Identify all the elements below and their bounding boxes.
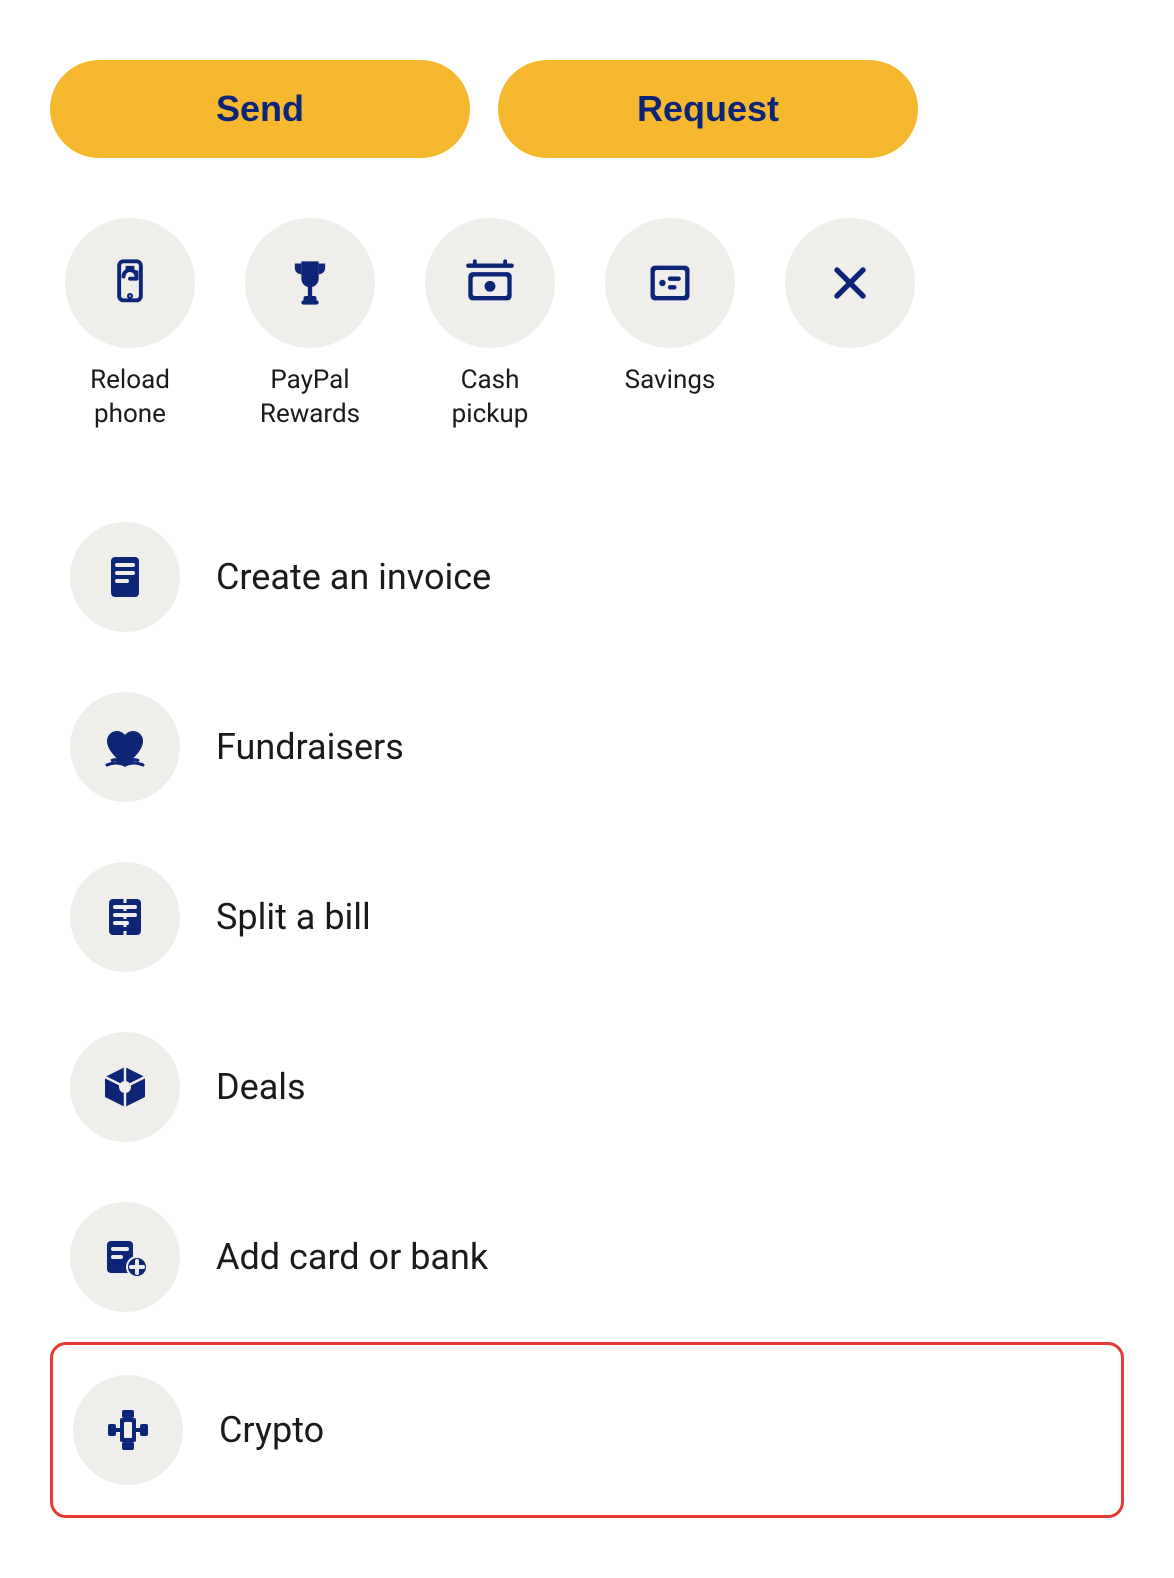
fundraisers-icon: [101, 723, 149, 771]
savings-label: Savings: [625, 364, 716, 398]
split-bill-icon: [101, 893, 149, 941]
add-card-icon-circle: [70, 1202, 180, 1312]
invoice-icon: [101, 553, 149, 601]
deals-label: Deals: [216, 1066, 306, 1108]
list-item-create-invoice[interactable]: Create an invoice: [50, 492, 1124, 662]
invoice-icon-circle: [70, 522, 180, 632]
reload-phone-icon: [104, 257, 156, 309]
savings-icon: [644, 257, 696, 309]
paypal-rewards-circle: [245, 218, 375, 348]
close-circle: [785, 218, 915, 348]
crypto-label: Crypto: [219, 1409, 324, 1451]
fundraisers-label: Fundraisers: [216, 726, 404, 768]
list-item-add-card-bank[interactable]: Add card or bank: [50, 1172, 1124, 1342]
list-item-fundraisers[interactable]: Fundraisers: [50, 662, 1124, 832]
add-card-icon: [101, 1233, 149, 1281]
quick-action-paypal-rewards[interactable]: PayPalRewards: [230, 218, 390, 432]
close-icon: [824, 257, 876, 309]
reload-phone-label: Reloadphone: [90, 364, 170, 432]
deals-icon-circle: [70, 1032, 180, 1142]
list-item-deals[interactable]: Deals: [50, 1002, 1124, 1172]
split-bill-label: Split a bill: [216, 896, 371, 938]
quick-action-reload-phone[interactable]: Reloadphone: [50, 218, 210, 432]
trophy-icon: [284, 257, 336, 309]
crypto-icon: [104, 1406, 152, 1454]
cash-pickup-icon: [464, 257, 516, 309]
request-button[interactable]: Request: [498, 60, 918, 158]
add-card-bank-label: Add card or bank: [216, 1236, 488, 1278]
cash-pickup-circle: [425, 218, 555, 348]
fundraisers-icon-circle: [70, 692, 180, 802]
list-item-split-bill[interactable]: Split a bill: [50, 832, 1124, 1002]
crypto-icon-circle: [73, 1375, 183, 1485]
split-bill-icon-circle: [70, 862, 180, 972]
reload-phone-circle: [65, 218, 195, 348]
list-items-container: Create an invoice Fundraisers Split a bi…: [50, 492, 1124, 1518]
send-button[interactable]: Send: [50, 60, 470, 158]
quick-action-savings[interactable]: Savings: [590, 218, 750, 398]
deals-icon: [101, 1063, 149, 1111]
cash-pickup-label: Cashpickup: [452, 364, 529, 432]
quick-actions-row: Reloadphone PayPalRewards Cashpick: [50, 218, 1124, 432]
create-invoice-label: Create an invoice: [216, 556, 491, 598]
quick-action-close[interactable]: [770, 218, 930, 348]
top-buttons-container: Send Request: [50, 60, 1124, 158]
savings-circle: [605, 218, 735, 348]
list-item-crypto[interactable]: Crypto: [50, 1342, 1124, 1518]
paypal-rewards-label: PayPalRewards: [260, 364, 360, 432]
quick-action-cash-pickup[interactable]: Cashpickup: [410, 218, 570, 432]
